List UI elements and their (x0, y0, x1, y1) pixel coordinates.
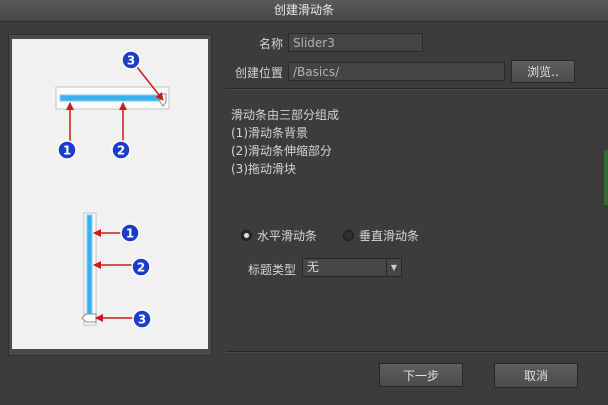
chevron-down-icon[interactable]: ▼ (386, 259, 401, 276)
description-block: 滑动条由三部分组成 (1)滑动条背景 (2)滑动条伸缩部分 (3)拖动滑块 (231, 106, 339, 178)
description-line-2: (1)滑动条背景 (231, 126, 308, 140)
marker-h-1: 1 (57, 140, 77, 160)
marker-v-1: 1 (120, 223, 140, 243)
background-edge (604, 150, 608, 205)
title-type-select[interactable]: 无 ▼ (302, 258, 402, 277)
browse-button[interactable]: 浏览.. (511, 60, 575, 83)
svg-text:3: 3 (138, 313, 146, 327)
description-line-3: (2)滑动条伸缩部分 (231, 144, 332, 158)
window-title: 创建滑动条 (273, 3, 334, 17)
horizontal-radio-label: 水平滑动条 (257, 229, 318, 243)
description-line-4: (3)拖动滑块 (231, 162, 296, 176)
marker-h-2: 2 (111, 140, 131, 160)
title-type-value: 无 (307, 260, 320, 274)
svg-text:3: 3 (127, 54, 135, 68)
vertical-slider-thumb (81, 313, 97, 323)
svg-text:1: 1 (63, 144, 71, 158)
cancel-button[interactable]: 取消 (494, 363, 578, 388)
horizontal-radio-button[interactable] (241, 230, 252, 241)
preview-panel: 3 1 2 1 2 3 (8, 34, 212, 356)
svg-text:1: 1 (126, 227, 134, 241)
next-button[interactable]: 下一步 (379, 363, 463, 387)
title-type-label: 标题类型 (248, 263, 297, 277)
horizontal-slider-option[interactable]: 水平滑动条 (241, 227, 317, 244)
marker-v-2: 2 (131, 257, 151, 277)
vertical-slider-option[interactable]: 垂直滑动条 (343, 227, 419, 244)
vertical-radio-button[interactable] (343, 230, 354, 241)
location-label: 创建位置 (235, 66, 284, 80)
name-label: 名称 (259, 37, 284, 51)
bottom-divider (226, 351, 608, 353)
horizontal-slider-example (55, 66, 170, 143)
marker-v-3: 3 (132, 309, 152, 329)
vertical-slider-fill (86, 214, 93, 316)
slider-preview-illustration: 3 1 2 1 2 3 (55, 50, 170, 329)
name-input[interactable] (288, 33, 423, 52)
svg-text:2: 2 (137, 261, 145, 275)
marker-top-3: 3 (121, 50, 141, 70)
top-divider (226, 88, 608, 90)
title-bar: 创建滑动条 (0, 0, 608, 22)
vertical-radio-label: 垂直滑动条 (359, 229, 420, 243)
description-line-1: 滑动条由三部分组成 (231, 108, 340, 122)
preview-area: 3 1 2 1 2 3 (12, 39, 208, 349)
svg-text:2: 2 (117, 144, 125, 158)
location-input[interactable] (288, 62, 505, 81)
horizontal-slider-fill (59, 94, 161, 102)
